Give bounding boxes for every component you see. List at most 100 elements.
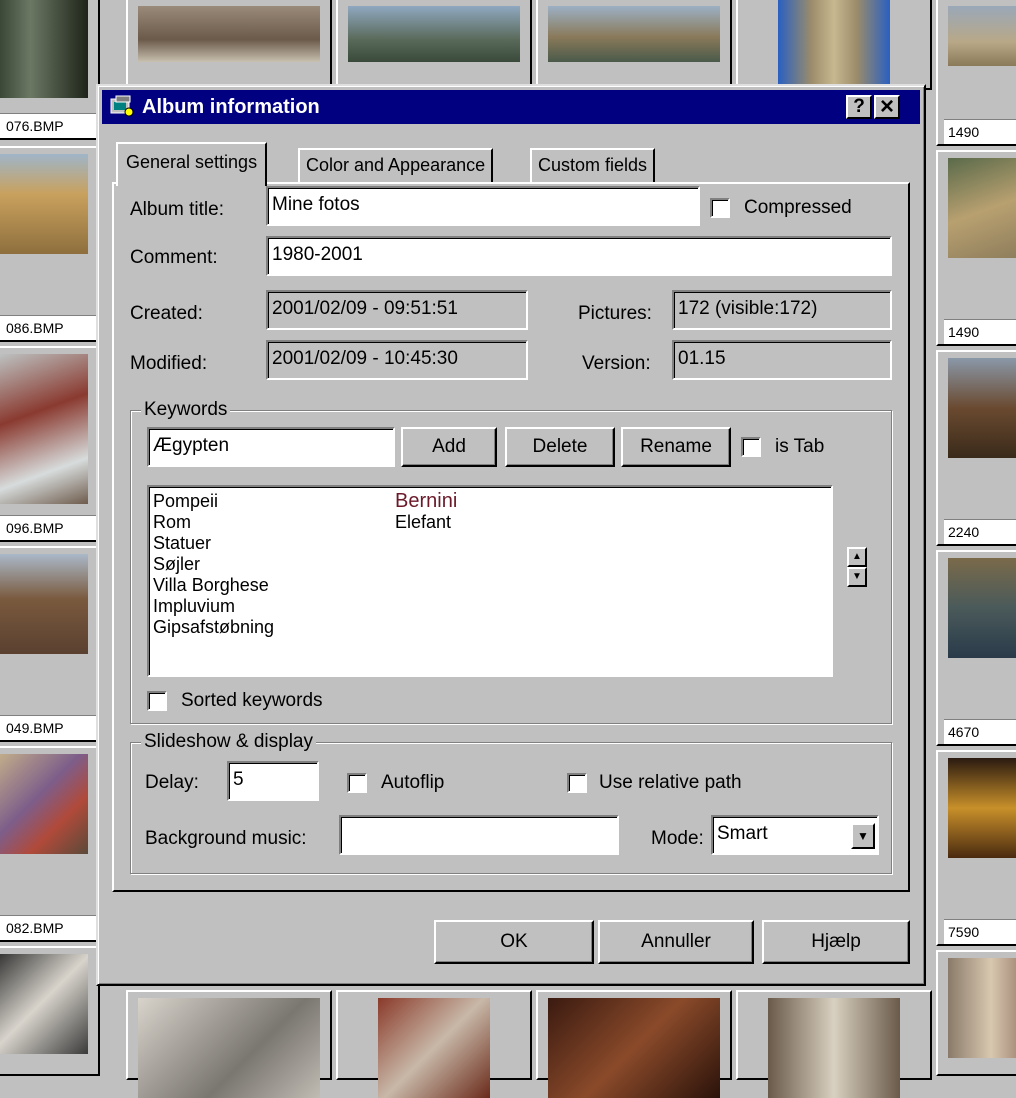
tab-custom-fields[interactable]: Custom fields: [530, 148, 656, 182]
keyword-item[interactable]: Gipsafstøbning: [153, 617, 274, 638]
thumbnail-cell[interactable]: 082.BMP: [0, 746, 100, 942]
modified-label: Modified:: [130, 353, 208, 374]
general-settings-panel: Album title: Mine fotos Compressed Comme…: [112, 182, 910, 892]
comment-input[interactable]: 1980-2001: [266, 236, 892, 276]
thumbnail-cell[interactable]: [736, 990, 932, 1098]
keyword-item[interactable]: Rom: [153, 512, 191, 533]
thumbnail-cell[interactable]: [126, 0, 332, 90]
keyword-item[interactable]: Søjler: [153, 554, 200, 575]
thumbnail-cell[interactable]: 049.BMP: [0, 546, 100, 742]
thumbnail-cell[interactable]: [736, 0, 932, 90]
compressed-checkbox[interactable]: [710, 198, 730, 218]
keyword-item[interactable]: Statuer: [153, 533, 211, 554]
scroll-down-arrow-icon[interactable]: ▼: [847, 567, 867, 587]
background-music-label: Background music:: [145, 828, 307, 849]
thumbnail-cell[interactable]: 4670: [936, 550, 1016, 746]
photo-thumbnail: [138, 998, 320, 1098]
delete-keyword-button[interactable]: Delete: [505, 427, 615, 467]
ok-button-label: OK: [500, 931, 528, 952]
ok-button[interactable]: OK: [434, 920, 594, 964]
keyword-item[interactable]: Villa Borghese: [153, 575, 269, 596]
photo-thumbnail: [948, 958, 1016, 1058]
thumbnail-cell[interactable]: [536, 0, 732, 90]
rename-button-label: Rename: [640, 436, 712, 457]
modified-value: 2001/02/09 - 10:45:30: [266, 340, 528, 380]
created-value: 2001/02/09 - 09:51:51: [266, 290, 528, 330]
photo-thumbnail: [948, 6, 1016, 66]
keyword-input[interactable]: Ægypten: [147, 427, 395, 467]
add-keyword-button[interactable]: Add: [401, 427, 497, 467]
thumbnail-caption: 086.BMP: [0, 315, 98, 340]
keywords-listbox[interactable]: Pompeii Rom Statuer Søjler Villa Borghes…: [147, 485, 833, 677]
photo-thumbnail: [0, 354, 88, 504]
thumbnail-cell[interactable]: 2240: [936, 350, 1016, 546]
add-button-label: Add: [432, 436, 466, 457]
album-title-input[interactable]: Mine fotos: [266, 186, 700, 226]
album-app-icon: [110, 95, 134, 117]
photo-thumbnail: [0, 754, 88, 854]
close-button[interactable]: ×: [874, 95, 900, 119]
tab-general-settings[interactable]: General settings: [116, 142, 268, 186]
thumbnail-caption: 1490: [944, 319, 1016, 344]
thumbnail-caption: 2240: [944, 519, 1016, 544]
autoflip-label: Autoflip: [381, 772, 445, 793]
rename-keyword-button[interactable]: Rename: [621, 427, 731, 467]
relative-path-checkbox[interactable]: [567, 773, 587, 793]
thumbnail-cell[interactable]: 086.BMP: [0, 146, 100, 342]
delay-label: Delay:: [145, 772, 199, 793]
thumbnail-cell[interactable]: [126, 990, 332, 1098]
help-title-button[interactable]: ?: [846, 95, 872, 119]
version-value: 01.15: [672, 340, 892, 380]
autoflip-checkbox[interactable]: [347, 773, 367, 793]
version-label: Version:: [582, 353, 651, 374]
pictures-value: 172 (visible:172): [672, 290, 892, 330]
keyword-item-highlighted[interactable]: Bernini: [395, 491, 457, 512]
dialog-title: Album information: [142, 96, 320, 118]
scroll-up-arrow-icon[interactable]: ▲: [847, 547, 867, 567]
chevron-down-icon[interactable]: ▼: [851, 823, 875, 849]
photo-thumbnail: [0, 554, 88, 654]
delay-input[interactable]: 5: [227, 761, 319, 801]
keywords-group-title: Keywords: [141, 398, 231, 422]
thumbnail-cell[interactable]: 1490: [936, 0, 1016, 146]
photo-thumbnail: [138, 6, 320, 62]
pictures-label: Pictures:: [578, 303, 652, 324]
mode-select[interactable]: Smart ▼: [711, 815, 879, 855]
thumbnail-cell[interactable]: 096.BMP: [0, 346, 100, 542]
thumbnail-cell[interactable]: 7590: [936, 750, 1016, 946]
thumbnail-cell[interactable]: 076.BMP: [0, 0, 100, 140]
thumbnail-caption: 076.BMP: [0, 113, 98, 138]
thumbnail-cell[interactable]: [336, 0, 532, 90]
thumbnail-cell[interactable]: [0, 946, 100, 1076]
created-label: Created:: [130, 303, 203, 324]
tab-label: Color and Appearance: [306, 155, 486, 175]
keyword-item[interactable]: Pompeii: [153, 491, 218, 512]
help-button[interactable]: Hjælp: [762, 920, 910, 964]
thumbnail-cell[interactable]: 1490: [936, 150, 1016, 346]
keywords-group: Keywords Ægypten Add Delete Rename is Ta…: [130, 398, 892, 724]
delete-button-label: Delete: [532, 436, 588, 457]
tab-color-and-appearance[interactable]: Color and Appearance: [298, 148, 494, 182]
photo-thumbnail: [548, 6, 720, 62]
thumbnail-caption: 7590: [944, 919, 1016, 944]
thumbnail-cell[interactable]: [936, 950, 1016, 1076]
cancel-button[interactable]: Annuller: [598, 920, 754, 964]
photo-thumbnail: [948, 158, 1016, 258]
slideshow-group-title: Slideshow & display: [141, 730, 316, 754]
is-tab-label: is Tab: [775, 436, 825, 457]
keyword-item[interactable]: Elefant: [395, 512, 451, 533]
photo-thumbnail: [0, 954, 88, 1054]
thumbnail-caption: 1490: [944, 119, 1016, 144]
thumbnail-cell[interactable]: [336, 990, 532, 1098]
keyword-item[interactable]: Impluvium: [153, 596, 235, 617]
help-button-label: Hjælp: [811, 931, 861, 952]
sorted-keywords-checkbox[interactable]: [147, 691, 167, 711]
mode-label: Mode:: [651, 828, 704, 849]
background-music-input[interactable]: [339, 815, 619, 855]
thumbnail-cell[interactable]: [536, 990, 732, 1098]
tab-label: Custom fields: [538, 155, 648, 175]
title-bar[interactable]: Album information ? ×: [102, 90, 920, 124]
slideshow-group: Slideshow & display Delay: 5 Autoflip Us…: [130, 730, 892, 874]
is-tab-checkbox[interactable]: [741, 437, 761, 457]
compressed-label: Compressed: [744, 197, 852, 218]
